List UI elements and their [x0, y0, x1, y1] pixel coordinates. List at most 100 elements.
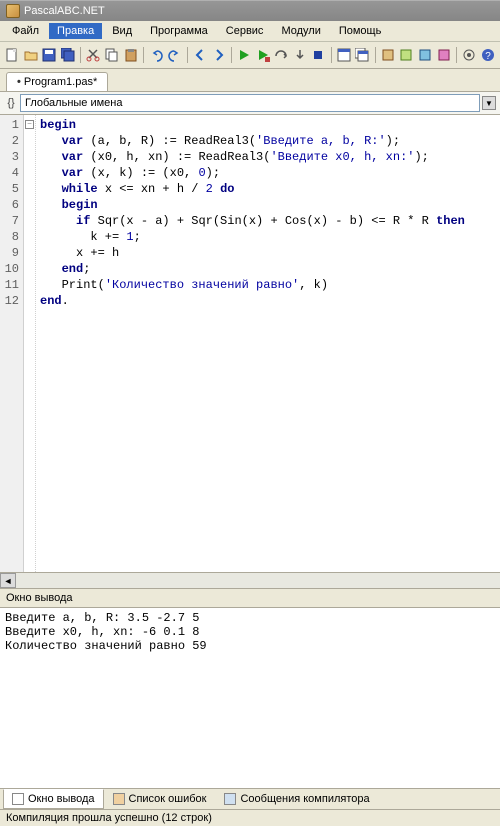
form-button[interactable]	[336, 45, 353, 65]
menu-item-5[interactable]: Модули	[273, 23, 328, 39]
open-button[interactable]	[23, 45, 40, 65]
line-number: 8	[0, 229, 19, 245]
output-header: Окно вывода	[0, 588, 500, 608]
run-icon	[237, 48, 251, 62]
line-number: 4	[0, 165, 19, 181]
code-line: end;	[40, 261, 496, 277]
forward-button[interactable]	[210, 45, 227, 65]
run-noデバッグ-button[interactable]	[254, 45, 271, 65]
menu-bar: ФайлПравкаВидПрограммаСервисМодулиПомощь	[0, 21, 500, 42]
bottom-tab-label: Список ошибок	[129, 793, 207, 805]
scroll-left-button[interactable]: ◄	[0, 573, 16, 588]
code-line: x += h	[40, 245, 496, 261]
cut-icon	[86, 48, 100, 62]
bottom-tab-1[interactable]: Список ошибок	[104, 789, 216, 809]
line-number: 10	[0, 261, 19, 277]
bottom-tab-bar: Окно вывода Список ошибок Сообщения компил…	[0, 788, 500, 809]
window-title: PascalABC.NET	[24, 5, 105, 17]
stop-button[interactable]	[310, 45, 327, 65]
status-bar: Компиляция прошла успешно (12 строк)	[0, 809, 500, 826]
line-number-gutter: 123456789101112	[0, 115, 24, 572]
bottom-tab-label: Окно вывода	[28, 793, 95, 805]
line-number: 12	[0, 293, 19, 309]
code-line: Print('Количество значений равно', k)	[40, 277, 496, 293]
toolbar-separator	[143, 47, 144, 63]
toolbar-separator	[456, 47, 457, 63]
horizontal-scrollbar[interactable]: ◄	[0, 572, 500, 588]
step-into-button[interactable]	[292, 45, 309, 65]
paste-icon	[124, 48, 138, 62]
new-file-icon	[5, 48, 19, 62]
code-line: begin	[40, 197, 496, 213]
module2-icon	[399, 48, 413, 62]
svg-text:?: ?	[485, 51, 491, 62]
code-editor[interactable]: 123456789101112 − begin var (a, b, R) :=…	[0, 115, 500, 572]
code-line: begin	[40, 117, 496, 133]
menu-item-1[interactable]: Правка	[49, 23, 102, 39]
undo-icon	[149, 48, 163, 62]
menu-item-0[interactable]: Файл	[4, 23, 47, 39]
output-header-label: Окно вывода	[6, 592, 73, 604]
output-console[interactable]: Введите a, b, R: 3.5 -2.7 5 Введите x0, …	[0, 608, 500, 788]
namespace-dropdown-button[interactable]: ▼	[482, 96, 496, 110]
save-button[interactable]	[41, 45, 58, 65]
tab-label: Program1.pas*	[24, 76, 97, 88]
menu-item-3[interactable]: Программа	[142, 23, 216, 39]
line-number: 6	[0, 197, 19, 213]
code-line: while x <= xn + h / 2 do	[40, 181, 496, 197]
open-icon	[24, 48, 38, 62]
toolbar-separator	[331, 47, 332, 63]
module1-button[interactable]	[380, 45, 397, 65]
save-icon	[42, 48, 56, 62]
form2-button[interactable]	[354, 45, 371, 65]
forward-icon	[212, 48, 226, 62]
save-all-button[interactable]	[60, 45, 77, 65]
menu-item-4[interactable]: Сервис	[218, 23, 272, 39]
new-file-button[interactable]	[4, 45, 21, 65]
help-button[interactable]: ?	[479, 45, 496, 65]
line-number: 9	[0, 245, 19, 261]
code-line: var (x0, h, xn) := ReadReal3('Введите x0…	[40, 149, 496, 165]
line-number: 2	[0, 133, 19, 149]
form2-icon	[355, 48, 369, 62]
step-into-icon	[293, 48, 307, 62]
form-icon	[337, 48, 351, 62]
run-button[interactable]	[236, 45, 253, 65]
code-line: end.	[40, 293, 496, 309]
bottom-tab-label: Сообщения компилятора	[240, 793, 369, 805]
module4-icon	[437, 48, 451, 62]
fold-toggle-icon[interactable]: −	[25, 120, 34, 129]
stop-icon	[311, 48, 325, 62]
line-number: 11	[0, 277, 19, 293]
module4-button[interactable]	[435, 45, 452, 65]
module2-button[interactable]	[398, 45, 415, 65]
undo-button[interactable]	[148, 45, 165, 65]
module3-button[interactable]	[417, 45, 434, 65]
copy-icon	[105, 48, 119, 62]
line-number: 7	[0, 213, 19, 229]
redo-button[interactable]	[166, 45, 183, 65]
namespace-dropdown[interactable]: Глобальные имена	[20, 94, 480, 112]
menu-item-6[interactable]: Помощь	[331, 23, 390, 39]
code-line: k += 1;	[40, 229, 496, 245]
save-all-icon	[61, 48, 75, 62]
module3-icon	[418, 48, 432, 62]
paste-button[interactable]	[122, 45, 139, 65]
code-content[interactable]: begin var (a, b, R) := ReadReal3('Введит…	[36, 115, 500, 572]
options-button[interactable]	[461, 45, 478, 65]
modified-dot-icon: •	[17, 76, 21, 88]
editor-tab-program1[interactable]: • Program1.pas*	[6, 72, 108, 91]
back-icon	[193, 48, 207, 62]
bottom-tab-0[interactable]: Окно вывода	[3, 789, 104, 809]
toolbar-separator	[80, 47, 81, 63]
cut-button[interactable]	[85, 45, 102, 65]
bottom-tab-2[interactable]: Сообщения компилятора	[215, 789, 378, 809]
namespace-bar: {} Глобальные имена ▼	[0, 92, 500, 115]
bottom-tab-icon	[224, 793, 236, 805]
back-button[interactable]	[192, 45, 209, 65]
options-icon	[462, 48, 476, 62]
namespace-label: Глобальные имена	[25, 97, 123, 109]
step-over-button[interactable]	[273, 45, 290, 65]
menu-item-2[interactable]: Вид	[104, 23, 140, 39]
copy-button[interactable]	[104, 45, 121, 65]
